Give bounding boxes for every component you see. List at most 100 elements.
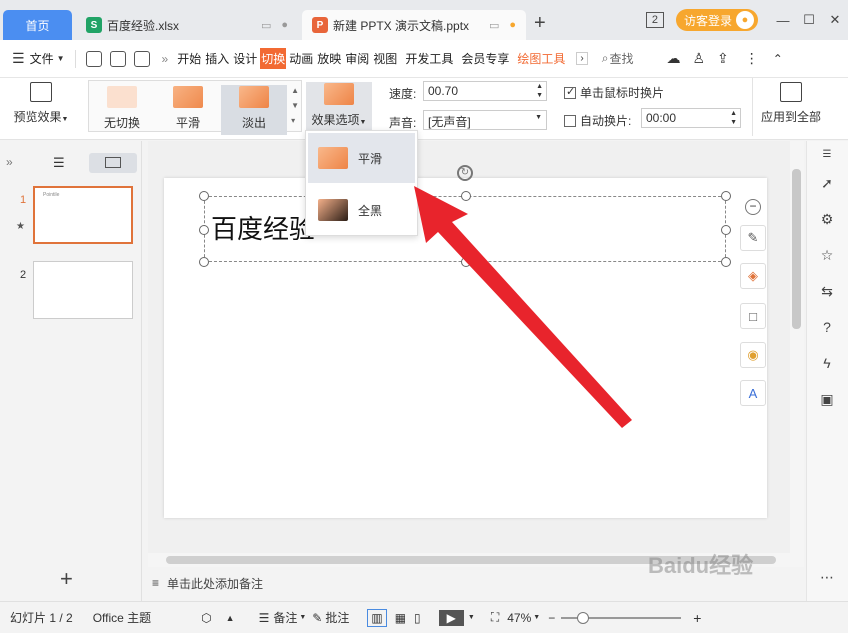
rocket-icon[interactable]: ➚ xyxy=(817,175,837,195)
menu-member[interactable]: 会员专享 xyxy=(460,48,510,69)
search-icon[interactable]: ⌕ xyxy=(602,51,609,66)
resize-handle[interactable] xyxy=(721,191,731,201)
on-click-checkbox[interactable]: 单击鼠标时换片 xyxy=(564,84,664,101)
outline-icon[interactable]: □ xyxy=(740,303,766,329)
chevron-right-icon[interactable]: › xyxy=(576,52,588,65)
effect-option-smooth[interactable]: 平滑 xyxy=(308,133,415,183)
unsaved-dot-icon[interactable]: ● xyxy=(509,19,516,31)
menu-slideshow[interactable]: 放映 xyxy=(316,48,342,69)
tab-xlsx[interactable]: S 百度经验.xlsx ▭ ● xyxy=(76,10,298,40)
dot-icon[interactable]: ● xyxy=(281,19,288,31)
menu-drawing-tools[interactable]: 绘图工具 xyxy=(516,48,566,69)
transition-fade[interactable]: 淡出 xyxy=(221,85,287,135)
resize-handle[interactable] xyxy=(461,257,471,267)
notes-icon[interactable]: ☰ xyxy=(259,611,270,625)
help-icon[interactable]: ? xyxy=(817,319,837,339)
checkbox-checked[interactable] xyxy=(564,85,576,99)
hamburger-icon[interactable]: ☰ xyxy=(12,50,25,67)
search-button[interactable]: 查找 xyxy=(608,48,634,69)
notes-toggle[interactable]: 备注 xyxy=(273,609,297,626)
comments-toggle[interactable]: 批注 xyxy=(325,609,349,626)
reading-view-icon[interactable]: ▯ xyxy=(414,611,421,625)
resize-handle[interactable] xyxy=(199,191,209,201)
play-button[interactable]: ▶ xyxy=(438,609,464,626)
transition-none[interactable]: 无切换 xyxy=(89,85,155,135)
auto-time-stepper[interactable]: ▲ ▼ xyxy=(730,109,737,127)
new-tab-button[interactable]: + xyxy=(534,12,546,35)
lightning-icon[interactable]: ϟ xyxy=(817,355,837,375)
star-icon[interactable]: ☆ xyxy=(817,247,837,267)
add-slide-button[interactable]: + xyxy=(60,566,73,592)
theme-name[interactable]: Office 主题 xyxy=(93,609,151,626)
fit-window-icon[interactable]: ⛶ xyxy=(491,610,499,625)
comment-icon[interactable]: ✎ xyxy=(312,611,322,625)
brush-icon[interactable]: ✎ xyxy=(740,225,766,251)
chevron-down-icon[interactable]: ▼ xyxy=(533,614,540,621)
share-user-icon[interactable]: ♙ xyxy=(692,50,705,67)
save-icon[interactable] xyxy=(85,50,102,67)
chevron-down-icon[interactable]: ▼ xyxy=(57,54,65,63)
zoom-level[interactable]: 47% xyxy=(507,611,531,625)
speed-stepper[interactable]: ▲ ▼ xyxy=(536,82,543,100)
sound-select[interactable]: [无声音] ▼ xyxy=(423,110,547,130)
upload-icon[interactable]: ⇪ xyxy=(717,50,729,67)
maximize-icon[interactable]: ☐ xyxy=(796,12,822,28)
grid-view-icon[interactable]: ▦ xyxy=(395,611,406,625)
effect-option-black[interactable]: 全黑 xyxy=(308,185,415,235)
checkbox-unchecked[interactable] xyxy=(564,115,576,127)
minimize-icon[interactable]: — xyxy=(770,13,796,28)
slide-thumbnail[interactable]: Pointile xyxy=(33,186,133,244)
auto-advance-checkbox[interactable]: 自动换片: xyxy=(564,112,631,129)
zoom-slider-handle[interactable] xyxy=(577,611,590,624)
rotate-icon[interactable]: ↻ xyxy=(457,165,473,181)
more-vertical-icon[interactable]: ⋮ xyxy=(745,50,759,67)
text-effect-icon[interactable]: A xyxy=(740,380,766,406)
resize-handle[interactable] xyxy=(721,225,731,235)
zoom-in-button[interactable]: + xyxy=(693,610,701,626)
effect-options-button[interactable]: 效果选项▼ xyxy=(306,82,372,132)
tab-pptx[interactable]: P 新建 PPTX 演示文稿.pptx ▭ ● xyxy=(302,10,526,40)
menu-file[interactable]: 文件 xyxy=(29,48,55,69)
chevron-down-icon[interactable]: ▼ xyxy=(468,614,475,621)
outline-view-icon[interactable]: ☰ xyxy=(53,155,65,171)
settings-sliders-icon[interactable]: ⚙ xyxy=(817,211,837,231)
zoom-slider[interactable] xyxy=(561,611,682,624)
print-icon[interactable] xyxy=(133,50,150,67)
image-tools-icon[interactable]: ▣ xyxy=(817,391,837,411)
chevron-up-icon[interactable]: ▲ xyxy=(226,613,235,623)
tab-home[interactable]: 首页 xyxy=(3,10,72,40)
more-icon[interactable]: » xyxy=(162,52,169,66)
vertical-scrollbar[interactable] xyxy=(790,141,804,553)
collapse-tools-icon[interactable]: − xyxy=(745,199,761,215)
convert-icon[interactable]: ⇆ xyxy=(817,283,837,303)
normal-view-icon[interactable]: ▥ xyxy=(367,608,387,627)
close-icon[interactable]: ✕ xyxy=(822,12,848,28)
resize-handle[interactable] xyxy=(199,225,209,235)
chevron-down-icon[interactable]: ▼ xyxy=(299,614,306,621)
cloud-icon[interactable]: ☁ xyxy=(666,50,680,67)
monitor-icon[interactable]: ▭ xyxy=(489,19,499,32)
auto-time-input[interactable]: 00:00 ▲ ▼ xyxy=(641,108,741,128)
transition-smooth[interactable]: 平滑 xyxy=(155,85,221,135)
slide[interactable]: 百度经验 ↻ xyxy=(164,165,767,518)
scrollbar-thumb[interactable] xyxy=(792,169,801,329)
menu-insert[interactable]: 插入 xyxy=(204,48,230,69)
menu-view[interactable]: 视图 xyxy=(372,48,398,69)
apply-all-button[interactable]: 应用到全部 xyxy=(758,82,824,125)
gallery-scroll[interactable]: ▲ ▼ ▾ xyxy=(291,83,299,128)
menu-devtools[interactable]: 开发工具 xyxy=(404,48,454,69)
thumbnail-view-tab[interactable] xyxy=(89,153,137,173)
menu-animation[interactable]: 动画 xyxy=(288,48,314,69)
slide-thumbnail[interactable] xyxy=(33,261,133,319)
preview-button[interactable]: 预览效果▼ xyxy=(8,82,74,125)
login-button[interactable]: 访客登录 ● xyxy=(675,9,758,31)
fill-icon[interactable]: ◈ xyxy=(740,263,766,289)
title-placeholder[interactable]: 百度经验 ↻ xyxy=(199,165,731,267)
menu-start[interactable]: 开始 xyxy=(176,48,202,69)
cube-icon[interactable]: ⬡ xyxy=(201,611,211,625)
export-icon[interactable] xyxy=(109,50,126,67)
page-count-icon[interactable]: 2 xyxy=(645,12,664,28)
notes-placeholder[interactable]: 单击此处添加备注 xyxy=(167,575,263,592)
menu-review[interactable]: 审阅 xyxy=(344,48,370,69)
slide-title[interactable]: 百度经验 xyxy=(211,209,315,246)
